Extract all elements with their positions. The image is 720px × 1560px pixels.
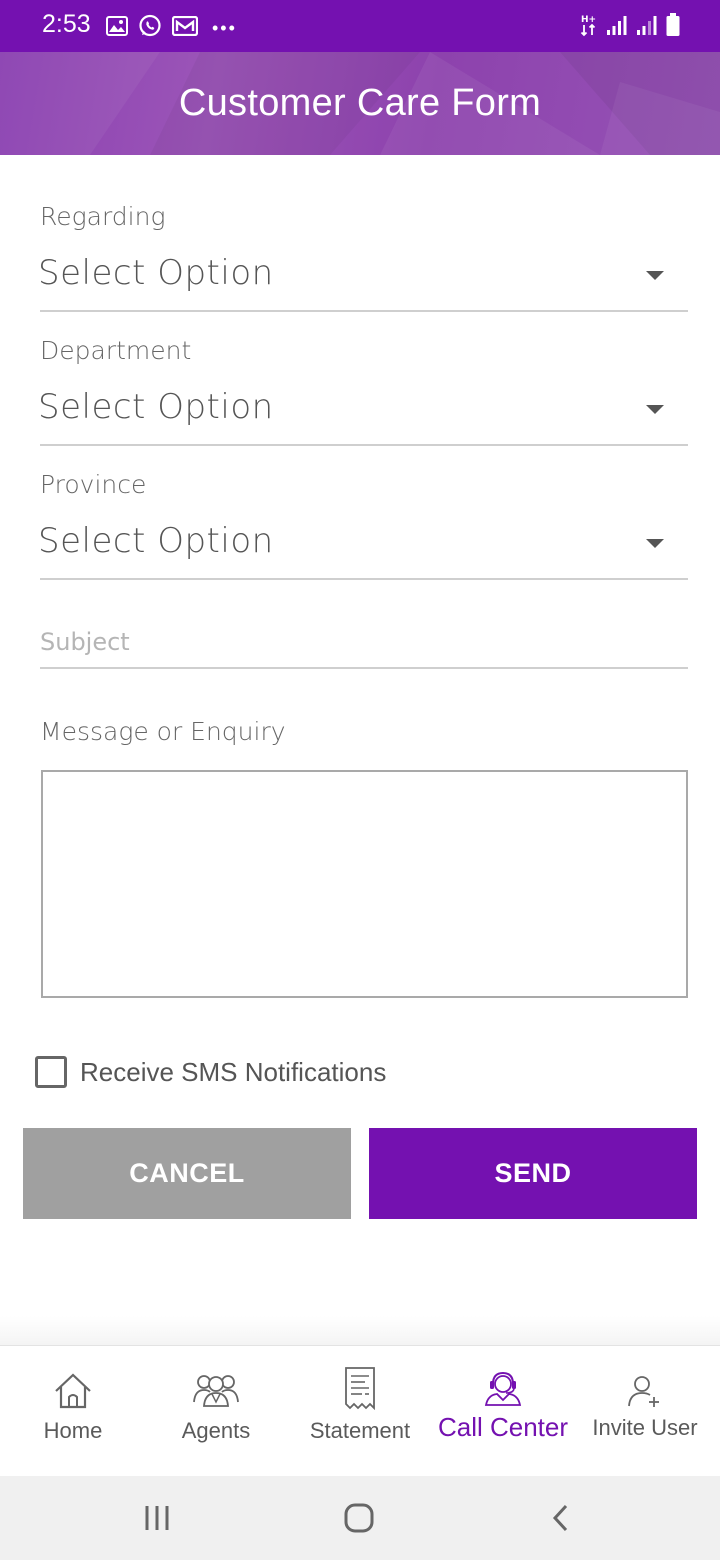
- department-select[interactable]: Select Option: [38, 387, 274, 427]
- back-button[interactable]: [531, 1496, 591, 1540]
- department-dropdown-icon[interactable]: [646, 405, 664, 414]
- agents-icon: [192, 1372, 240, 1413]
- province-underline: [40, 578, 688, 580]
- more-dots-icon: •••: [212, 18, 237, 38]
- recent-apps-icon: [145, 1506, 169, 1530]
- status-time: 2:53: [42, 10, 91, 38]
- regarding-dropdown-icon[interactable]: [646, 271, 664, 280]
- bottom-nav: Home Agents Statement Call Center Invite…: [0, 1346, 720, 1476]
- call-center-icon: [483, 1370, 523, 1411]
- nav-label-call-center: Call Center: [437, 1412, 569, 1442]
- network-type-label: H+: [581, 15, 596, 25]
- data-arrows-icon: H+: [580, 13, 598, 42]
- regarding-select[interactable]: Select Option: [38, 253, 274, 293]
- page-title: Customer Care Form: [178, 82, 542, 124]
- status-icons-left: •••: [106, 14, 237, 43]
- regarding-underline: [40, 310, 688, 312]
- subject-underline: [40, 667, 688, 669]
- department-underline: [40, 444, 688, 446]
- signal-icon-2: [636, 14, 658, 41]
- sms-notifications-label[interactable]: Receive SMS Notifications: [80, 1057, 386, 1088]
- nav-label-statement: Statement: [309, 1418, 411, 1443]
- image-icon: [106, 16, 128, 41]
- message-textarea[interactable]: [41, 770, 688, 998]
- nav-label-agents: Agents: [181, 1418, 251, 1443]
- home-icon: [53, 1372, 93, 1415]
- department-label: Department: [40, 336, 192, 365]
- battery-icon: [666, 13, 680, 42]
- system-nav-bar: [0, 1476, 720, 1560]
- invite-user-icon: [627, 1374, 663, 1413]
- cancel-button[interactable]: CANCEL: [23, 1128, 351, 1219]
- status-icons-right: H+: [580, 13, 680, 42]
- home-system-button[interactable]: [329, 1496, 389, 1540]
- sms-notifications-checkbox[interactable]: [35, 1056, 67, 1088]
- nav-item-statement[interactable]: Statement: [288, 1346, 432, 1476]
- nav-item-call-center[interactable]: Call Center: [431, 1346, 575, 1476]
- bottom-nav-shadow: [0, 1316, 720, 1346]
- nav-item-home[interactable]: Home: [1, 1346, 145, 1476]
- nav-item-invite-user[interactable]: Invite User: [573, 1346, 717, 1476]
- recent-apps-button[interactable]: [127, 1496, 187, 1540]
- message-label: Message or Enquiry: [40, 717, 286, 746]
- province-label: Province: [40, 470, 147, 499]
- app-header: Customer Care Form: [0, 52, 720, 155]
- status-bar: 2:53 ••• H+: [0, 0, 720, 52]
- home-circle-icon: [344, 1503, 374, 1533]
- signal-icon: [606, 14, 628, 41]
- nav-label-home: Home: [43, 1418, 103, 1443]
- regarding-label: Regarding: [40, 202, 166, 231]
- statement-icon: [342, 1366, 378, 1415]
- back-chevron-icon: [552, 1504, 568, 1532]
- province-dropdown-icon[interactable]: [646, 539, 664, 548]
- nav-item-agents[interactable]: Agents: [144, 1346, 288, 1476]
- whatsapp-icon: [138, 14, 162, 43]
- mail-icon: [171, 15, 199, 41]
- nav-label-invite-user: Invite User: [592, 1415, 698, 1440]
- send-button[interactable]: SEND: [369, 1128, 697, 1219]
- province-select[interactable]: Select Option: [38, 521, 274, 561]
- subject-input[interactable]: [40, 620, 688, 664]
